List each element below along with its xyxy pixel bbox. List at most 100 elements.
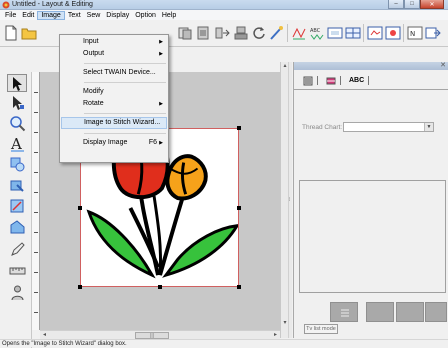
vertical-scrollbar[interactable]: ▴ ▾ — [280, 62, 288, 338]
menu-item-output[interactable]: Output ▶ — [61, 48, 167, 60]
maximize-button[interactable]: □ — [404, 0, 420, 9]
text-tool-icon: A — [10, 135, 24, 152]
toolbar-button-2[interactable] — [194, 24, 212, 42]
open-button[interactable] — [20, 24, 38, 42]
thread-list-box[interactable] — [299, 180, 446, 293]
svg-text:A: A — [10, 135, 22, 152]
tv-list-mode-button[interactable]: Tv list mode — [304, 324, 338, 334]
open-folder-icon — [21, 28, 37, 40]
horizontal-scroll-thumb[interactable]: ||| — [135, 332, 169, 339]
svg-text:N: N — [410, 30, 415, 38]
close-button[interactable]: ✕ — [420, 0, 444, 9]
list-icon — [341, 309, 349, 317]
menu-item-display-image[interactable]: Display Image F6 ▶ — [61, 137, 167, 149]
menu-item-input[interactable]: Input ▶ — [61, 36, 167, 48]
menu-edit[interactable]: Edit — [19, 11, 37, 20]
submenu-arrow-icon: ▶ — [159, 101, 163, 107]
panel-splitter[interactable]: ⁞ — [288, 62, 292, 338]
panel-close-icon[interactable]: ✕ — [440, 61, 446, 69]
toolbar-button-4[interactable] — [232, 24, 250, 42]
toolbar-button-14[interactable] — [424, 24, 442, 42]
sewing-order-button-2[interactable] — [366, 302, 394, 322]
stitch-tool[interactable] — [7, 197, 27, 215]
paste-image-icon — [197, 26, 209, 40]
needle-icon — [270, 26, 283, 40]
pen-tool[interactable] — [7, 240, 27, 258]
select-tool[interactable] — [7, 74, 27, 92]
toolbar-button-6[interactable] — [268, 24, 286, 42]
toolbar-button-3[interactable] — [214, 24, 232, 42]
thread-chart-select[interactable]: ▼ — [343, 122, 434, 132]
point-edit-tool[interactable] — [7, 93, 27, 111]
menu-text[interactable]: Text — [65, 11, 84, 20]
transfer-icon — [215, 27, 230, 39]
menu-item-input-label: Input — [83, 38, 99, 45]
menu-help[interactable]: Help — [159, 11, 179, 20]
new-button[interactable] — [2, 24, 20, 42]
shape-tool[interactable] — [7, 155, 27, 173]
tab-abc[interactable]: ABC — [346, 75, 372, 86]
menu-item-image-to-stitch-wizard-label: Image to Stitch Wizard... — [84, 119, 161, 126]
menu-item-image-to-stitch-wizard[interactable]: Image to Stitch Wizard... — [61, 117, 167, 129]
resize-handle-tr[interactable] — [237, 126, 241, 130]
minimize-button[interactable]: – — [388, 0, 404, 9]
menu-item-output-label: Output — [83, 50, 105, 57]
person-icon — [11, 285, 23, 300]
panel-header: ✕ — [294, 62, 448, 70]
menu-display[interactable]: Display — [103, 11, 132, 20]
menu-item-modify[interactable]: Modify — [61, 86, 167, 98]
menu-file[interactable]: File — [2, 11, 19, 20]
sewing-order-button-1[interactable] — [330, 302, 358, 322]
toolbar-button-13[interactable]: N — [406, 24, 424, 42]
tab-list[interactable] — [300, 75, 321, 86]
menu-bar: File Edit Image Text Sew Display Option … — [0, 10, 448, 20]
resize-handle-mr[interactable] — [237, 206, 241, 210]
resize-handle-ml[interactable] — [78, 206, 82, 210]
sewing-order-button-3[interactable] — [396, 302, 424, 322]
maximize-icon: □ — [410, 1, 414, 7]
scroll-left-icon[interactable]: ◂ — [40, 331, 49, 339]
menu-image[interactable]: Image — [37, 10, 65, 20]
abc-stitch-icon: ABC — [310, 28, 324, 40]
scroll-right-icon[interactable]: ▸ — [271, 331, 280, 339]
stitch-icon — [10, 199, 23, 212]
toolbar-button-9[interactable] — [326, 24, 344, 42]
menu-option[interactable]: Option — [132, 11, 159, 20]
point-edit-icon — [12, 95, 24, 110]
frame-icon — [327, 27, 343, 39]
text-tool[interactable]: A — [7, 134, 27, 152]
image-menu-dropdown: Input ▶ Output ▶ Select TWAIN Device... … — [59, 34, 169, 163]
sewing-order-button-4[interactable] — [425, 302, 447, 322]
user-stitch-tool[interactable] — [7, 283, 27, 301]
toolbar-button-7[interactable] — [290, 24, 308, 42]
toolbar-button-8[interactable]: ABC — [308, 24, 326, 42]
tool-palette: A — [0, 72, 32, 348]
design-property-icon: N — [407, 26, 423, 40]
zoom-tool[interactable] — [7, 114, 27, 132]
measure-tool[interactable] — [7, 261, 27, 279]
toolbar-button-10[interactable] — [344, 24, 362, 42]
toolbar-button-1[interactable] — [176, 24, 194, 42]
toolbar-button-5[interactable] — [250, 24, 268, 42]
toolbar-button-12[interactable] — [384, 24, 402, 42]
thread-chart-label: Thread Chart: — [302, 124, 343, 131]
resize-handle-bc[interactable] — [158, 285, 162, 289]
outline-tool[interactable] — [7, 176, 27, 194]
outline-shape-icon — [10, 180, 24, 192]
send-to-card-icon — [425, 27, 441, 39]
menu-sew[interactable]: Sew — [84, 11, 104, 20]
toolbar-button-11[interactable] — [366, 24, 384, 42]
menu-item-rotate[interactable]: Rotate ▶ — [61, 98, 167, 110]
chevron-down-icon[interactable]: ▼ — [424, 123, 433, 131]
region-tool[interactable] — [7, 218, 27, 236]
tab-color[interactable] — [323, 75, 344, 86]
resize-handle-bl[interactable] — [78, 285, 82, 289]
tab-abc-label: ABC — [349, 77, 365, 84]
resize-handle-br[interactable] — [237, 285, 241, 289]
horizontal-scrollbar[interactable]: ◂ ||| ▸ — [40, 330, 280, 339]
stitch-pattern-icon — [292, 27, 306, 40]
menu-item-select-twain[interactable]: Select TWAIN Device... — [61, 67, 167, 79]
rotate-icon — [253, 27, 265, 39]
preview-icon — [367, 26, 383, 40]
close-icon: ✕ — [429, 1, 435, 8]
